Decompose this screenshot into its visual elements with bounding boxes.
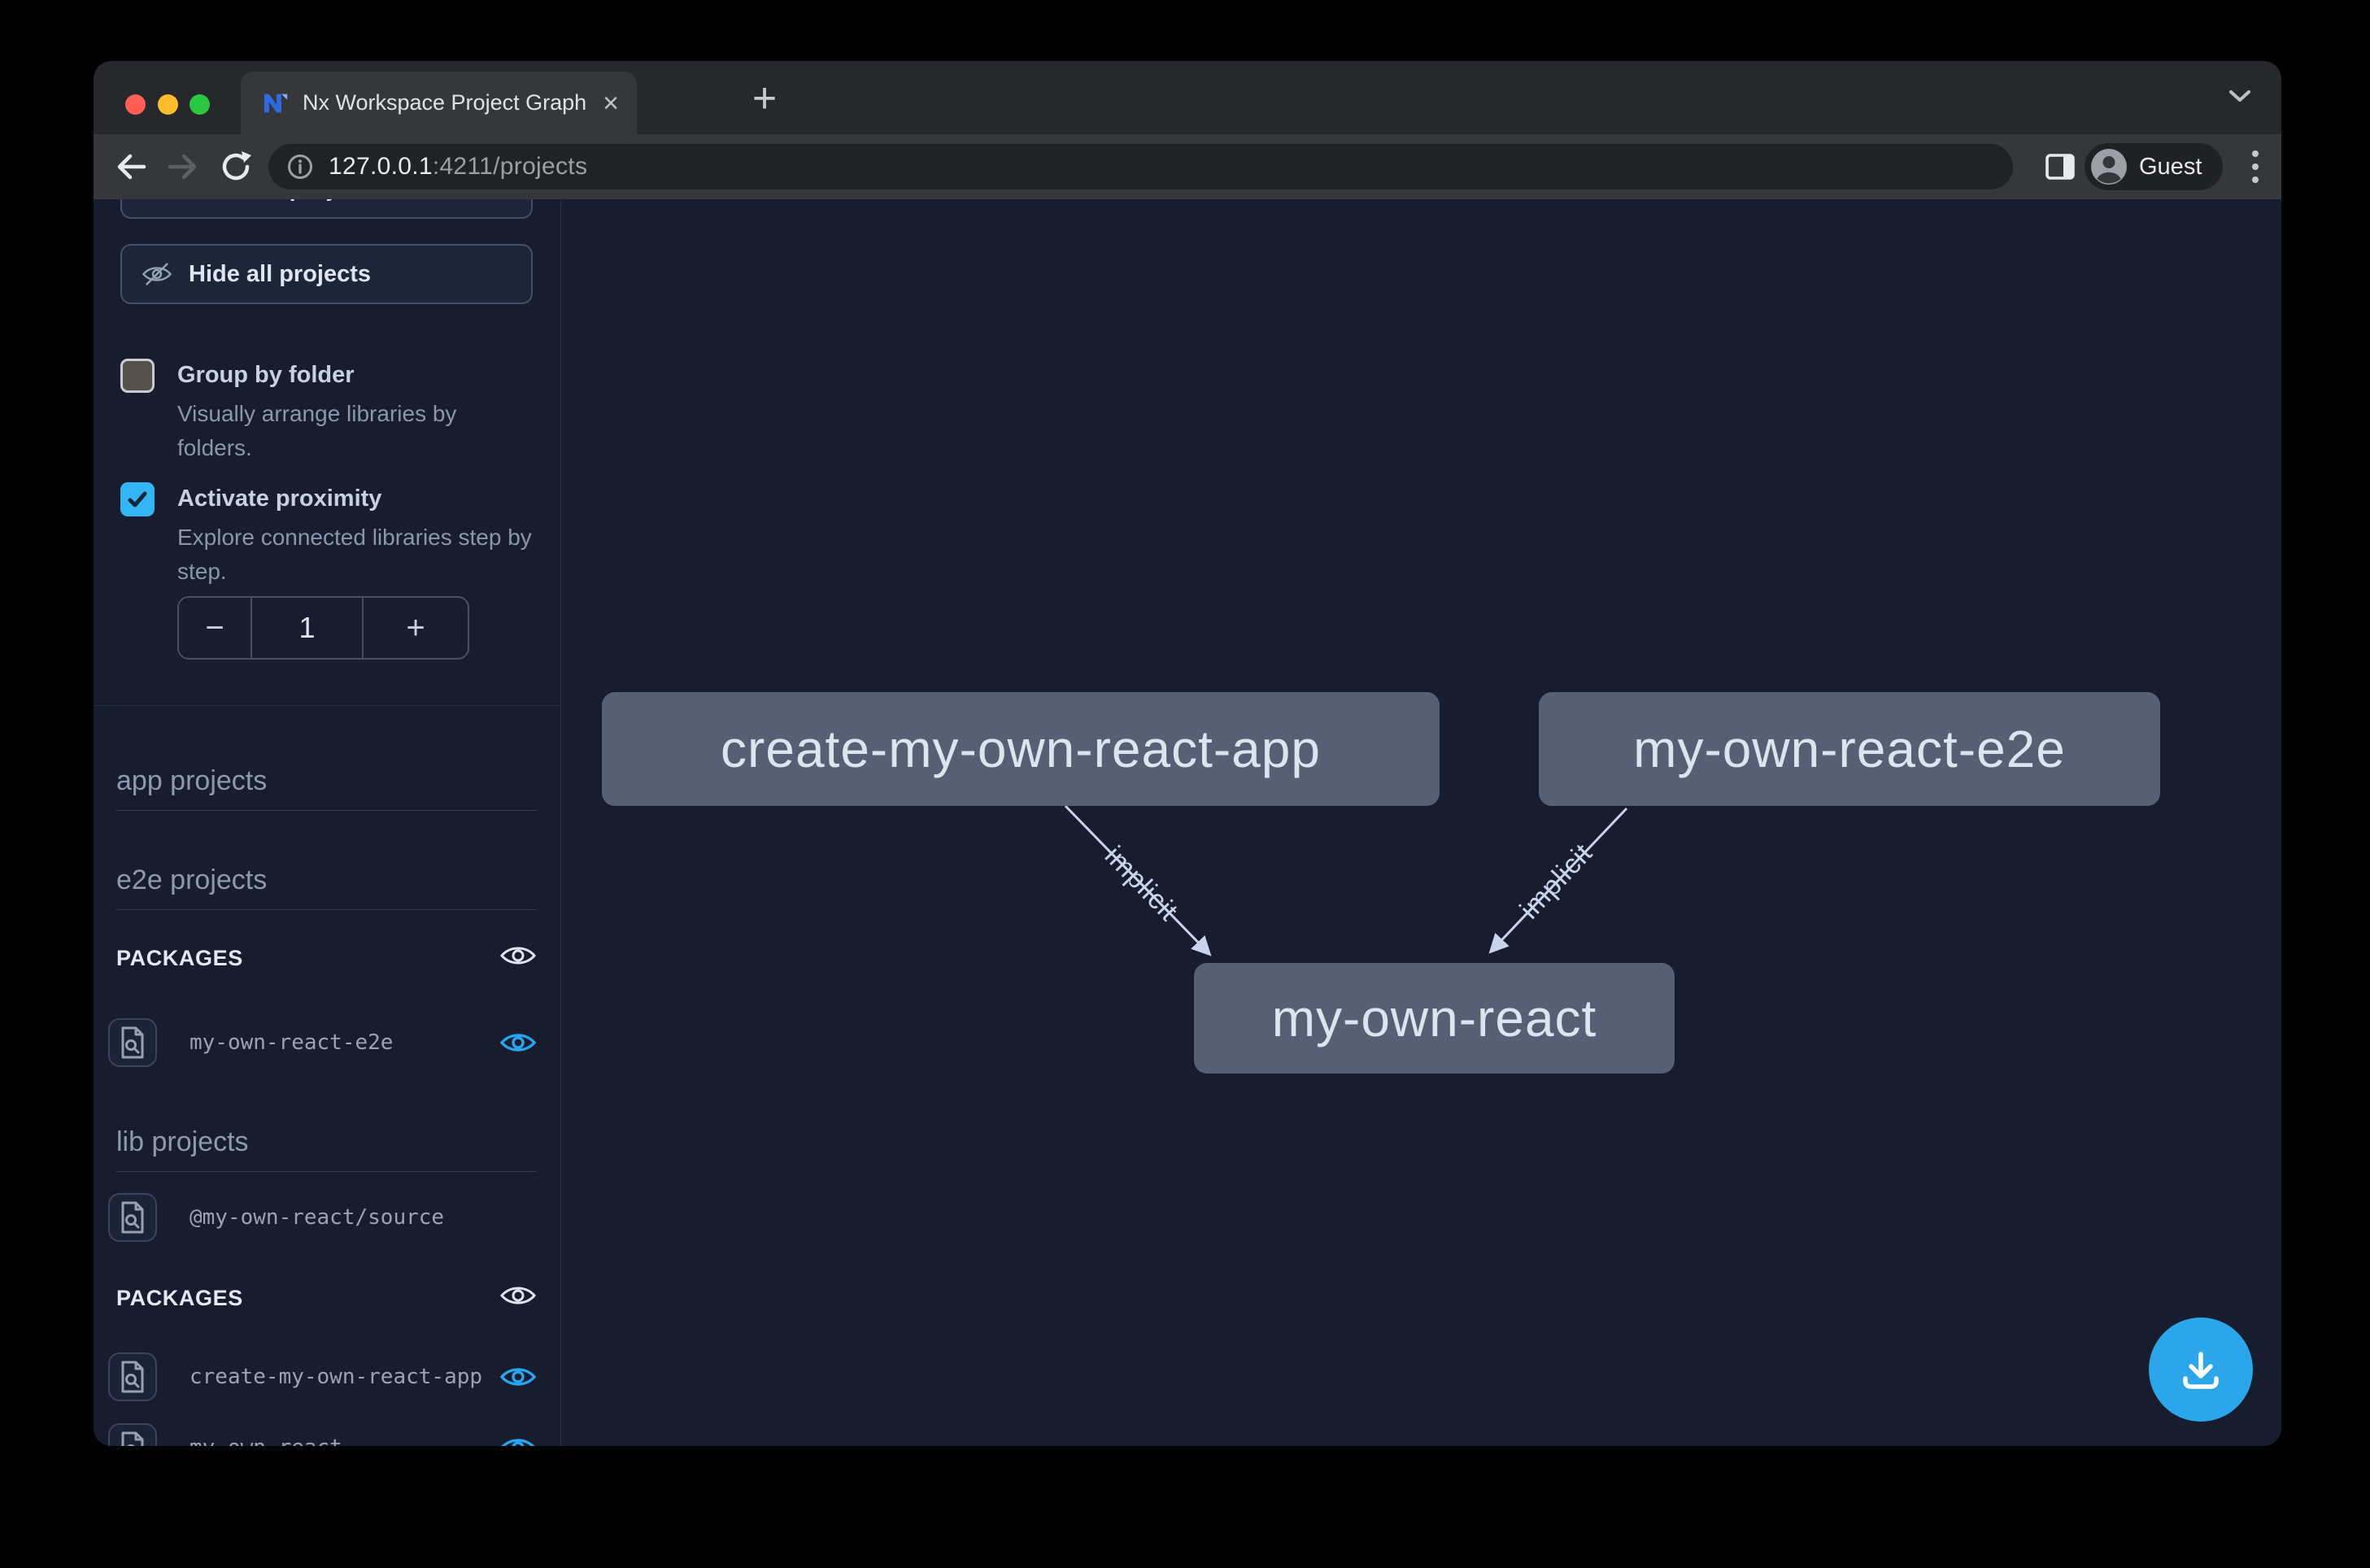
address-bar[interactable]: 127.0.0.1:4211/projects bbox=[268, 144, 2013, 189]
graph-node-my-own-react-e2e[interactable]: my-own-react-e2e bbox=[1539, 692, 2160, 806]
app-content: Show all projects Hide all projects Grou… bbox=[94, 199, 2281, 1446]
nx-logo-icon bbox=[262, 89, 290, 117]
graph-node-create-my-own-react-app[interactable]: create-my-own-react-app bbox=[602, 692, 1440, 806]
new-tab-button[interactable]: + bbox=[736, 74, 793, 126]
back-icon[interactable] bbox=[111, 148, 149, 185]
menu-dots-icon[interactable] bbox=[2250, 147, 2260, 186]
graph-edges: implicit implicit bbox=[94, 199, 2281, 1446]
download-graph-button[interactable] bbox=[2149, 1318, 2253, 1422]
browser-toolbar: 127.0.0.1:4211/projects Guest bbox=[94, 134, 2281, 199]
side-panel-icon[interactable] bbox=[2044, 150, 2076, 183]
profile-button[interactable]: Guest bbox=[2085, 143, 2223, 190]
profile-name: Guest bbox=[2139, 154, 2202, 181]
reload-icon[interactable] bbox=[217, 148, 255, 185]
site-info-icon[interactable] bbox=[286, 153, 314, 181]
edge-label-implicit: implicit bbox=[1514, 838, 1598, 926]
avatar bbox=[2090, 148, 2128, 185]
tab-nx-workspace-project-graph[interactable]: Nx Workspace Project Graph × bbox=[241, 72, 637, 134]
tab-close-icon[interactable]: × bbox=[603, 89, 619, 117]
tab-title: Nx Workspace Project Graph bbox=[303, 90, 595, 115]
url-text: 127.0.0.1:4211/projects bbox=[329, 153, 587, 181]
tab-strip: Nx Workspace Project Graph × + bbox=[94, 61, 2281, 134]
forward-icon[interactable] bbox=[165, 148, 203, 185]
url-host: 127.0.0.1 bbox=[329, 153, 433, 180]
macos-minimize-button[interactable] bbox=[158, 94, 178, 115]
browser-window: Nx Workspace Project Graph × + bbox=[94, 61, 2281, 1446]
edge-label-implicit: implicit bbox=[1099, 840, 1184, 927]
url-path: :4211/projects bbox=[433, 153, 587, 180]
macos-close-button[interactable] bbox=[125, 94, 146, 115]
download-icon bbox=[2177, 1346, 2224, 1393]
chevron-down-icon[interactable] bbox=[2226, 87, 2254, 105]
macos-zoom-button[interactable] bbox=[190, 94, 210, 115]
graph-node-my-own-react[interactable]: my-own-react bbox=[1194, 963, 1675, 1074]
